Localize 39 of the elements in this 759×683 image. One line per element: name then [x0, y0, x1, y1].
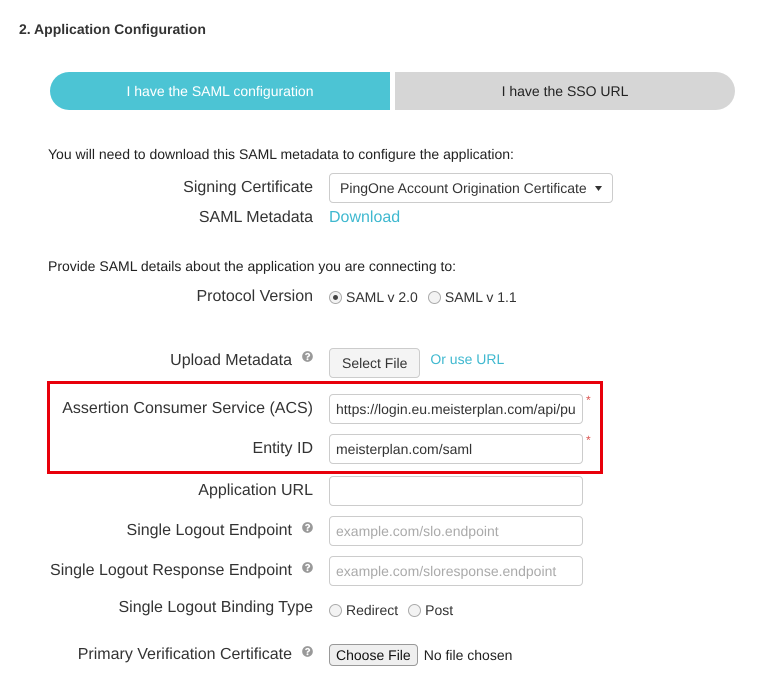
- input-field[interactable]: example.com/slo.endpoint: [329, 516, 583, 546]
- file-status: No file chosen: [424, 646, 512, 664]
- radio-option[interactable]: SAML v 1.1: [428, 286, 517, 308]
- field-label: Primary Verification Certificate: [78, 645, 292, 665]
- certificate-select[interactable]: PingOne Account Origination Certificate: [329, 173, 613, 203]
- input-field[interactable]: example.com/sloresponse.endpoint: [329, 556, 583, 586]
- required-mark: *: [586, 392, 591, 409]
- tab[interactable]: I have the SSO URL: [395, 72, 735, 110]
- field-label: Signing Certificate: [183, 178, 313, 198]
- field-label: SAML Metadata: [198, 208, 313, 228]
- caret-icon: [595, 186, 602, 190]
- input-field[interactable]: https://login.eu.meisterplan.com/api/pu: [329, 394, 583, 424]
- input-field[interactable]: [329, 476, 583, 506]
- input-field[interactable]: meisterplan.com/saml: [329, 434, 583, 464]
- radio-option[interactable]: SAML v 2.0: [329, 286, 418, 308]
- radio-button[interactable]: [329, 604, 342, 617]
- radio-button[interactable]: [408, 604, 422, 617]
- help-icon[interactable]: [302, 522, 313, 533]
- help-icon[interactable]: [302, 351, 313, 362]
- required-mark: *: [586, 432, 591, 449]
- choose-file-button[interactable]: Choose File: [329, 644, 418, 666]
- field-label: Single Logout Endpoint: [126, 521, 292, 541]
- field-label: Entity ID: [252, 439, 313, 459]
- radio-button[interactable]: [428, 290, 441, 304]
- field-label: Application URL: [198, 481, 313, 501]
- radio-button[interactable]: [329, 290, 342, 304]
- select-file-button[interactable]: Select File: [329, 348, 420, 378]
- radio-option[interactable]: Redirect: [329, 600, 398, 621]
- field-label: Assertion Consumer Service (ACS): [62, 399, 313, 419]
- radio-option[interactable]: Post: [408, 600, 454, 621]
- field-label: Single Logout Binding Type: [118, 598, 313, 618]
- field-label: Protocol Version: [196, 287, 313, 307]
- help-icon[interactable]: [302, 562, 313, 573]
- section-intro: You will need to download this SAML metadata to configure the application:: [47, 146, 515, 162]
- field-label: Single Logout Response Endpoint: [50, 561, 292, 581]
- section-intro: Provide SAML details about the application you are connecting to:: [47, 258, 458, 274]
- field-label: Upload Metadata: [170, 351, 292, 371]
- section-title: 2. Application Configuration: [19, 20, 206, 39]
- help-icon[interactable]: [302, 646, 313, 657]
